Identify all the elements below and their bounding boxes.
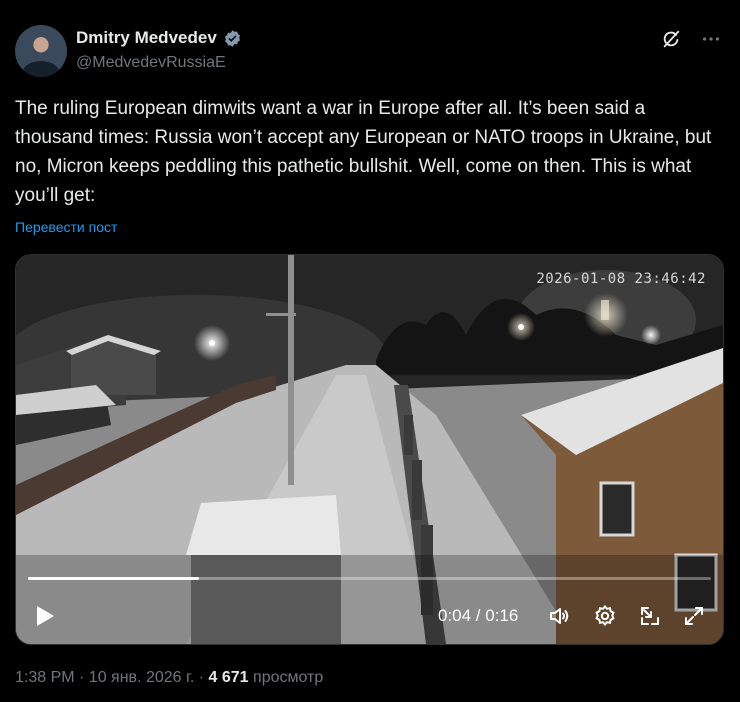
tweet-meta: 1:38 PM · 10 янв. 2026 г. · 4 671 просмо… — [15, 669, 323, 687]
tweet-timestamp[interactable]: 1:38 PM · 10 янв. 2026 г. · — [15, 669, 204, 686]
fullscreen-icon[interactable] — [682, 604, 706, 628]
video-controls: 0:04 / 0:16 — [16, 599, 723, 635]
tweet-text: The ruling European dimwits want a war i… — [15, 98, 717, 206]
verified-badge-icon — [224, 29, 240, 47]
video-progress-bar[interactable] — [28, 577, 711, 580]
view-count: 4 671 — [208, 669, 249, 686]
more-options-icon[interactable] — [700, 28, 722, 50]
author-name[interactable]: Dmitry Medvedev — [76, 28, 217, 48]
camera-timestamp: 2026-01-08 23:46:42 — [536, 271, 706, 287]
translate-post-link[interactable]: Перевести пост — [15, 219, 117, 235]
avatar[interactable] — [15, 25, 67, 77]
picture-in-picture-icon[interactable] — [638, 604, 662, 628]
video-progress-fill — [28, 577, 199, 580]
volume-icon[interactable] — [548, 604, 572, 628]
grok-icon[interactable] — [660, 28, 682, 50]
author-handle[interactable]: @MedvedevRussiaE — [76, 54, 226, 72]
author-name-row: Dmitry Medvedev — [76, 28, 242, 48]
view-count-label: просмотр — [253, 669, 324, 686]
play-icon[interactable] — [34, 604, 56, 628]
video-time-readout: 0:04 / 0:16 — [438, 606, 519, 625]
settings-gear-icon[interactable] — [593, 604, 617, 628]
video-player[interactable]: 2026-01-08 23:46:42 0:04 / 0:16 — [15, 254, 724, 645]
video-frame — [16, 255, 723, 644]
tweet-actions-top — [660, 28, 722, 50]
